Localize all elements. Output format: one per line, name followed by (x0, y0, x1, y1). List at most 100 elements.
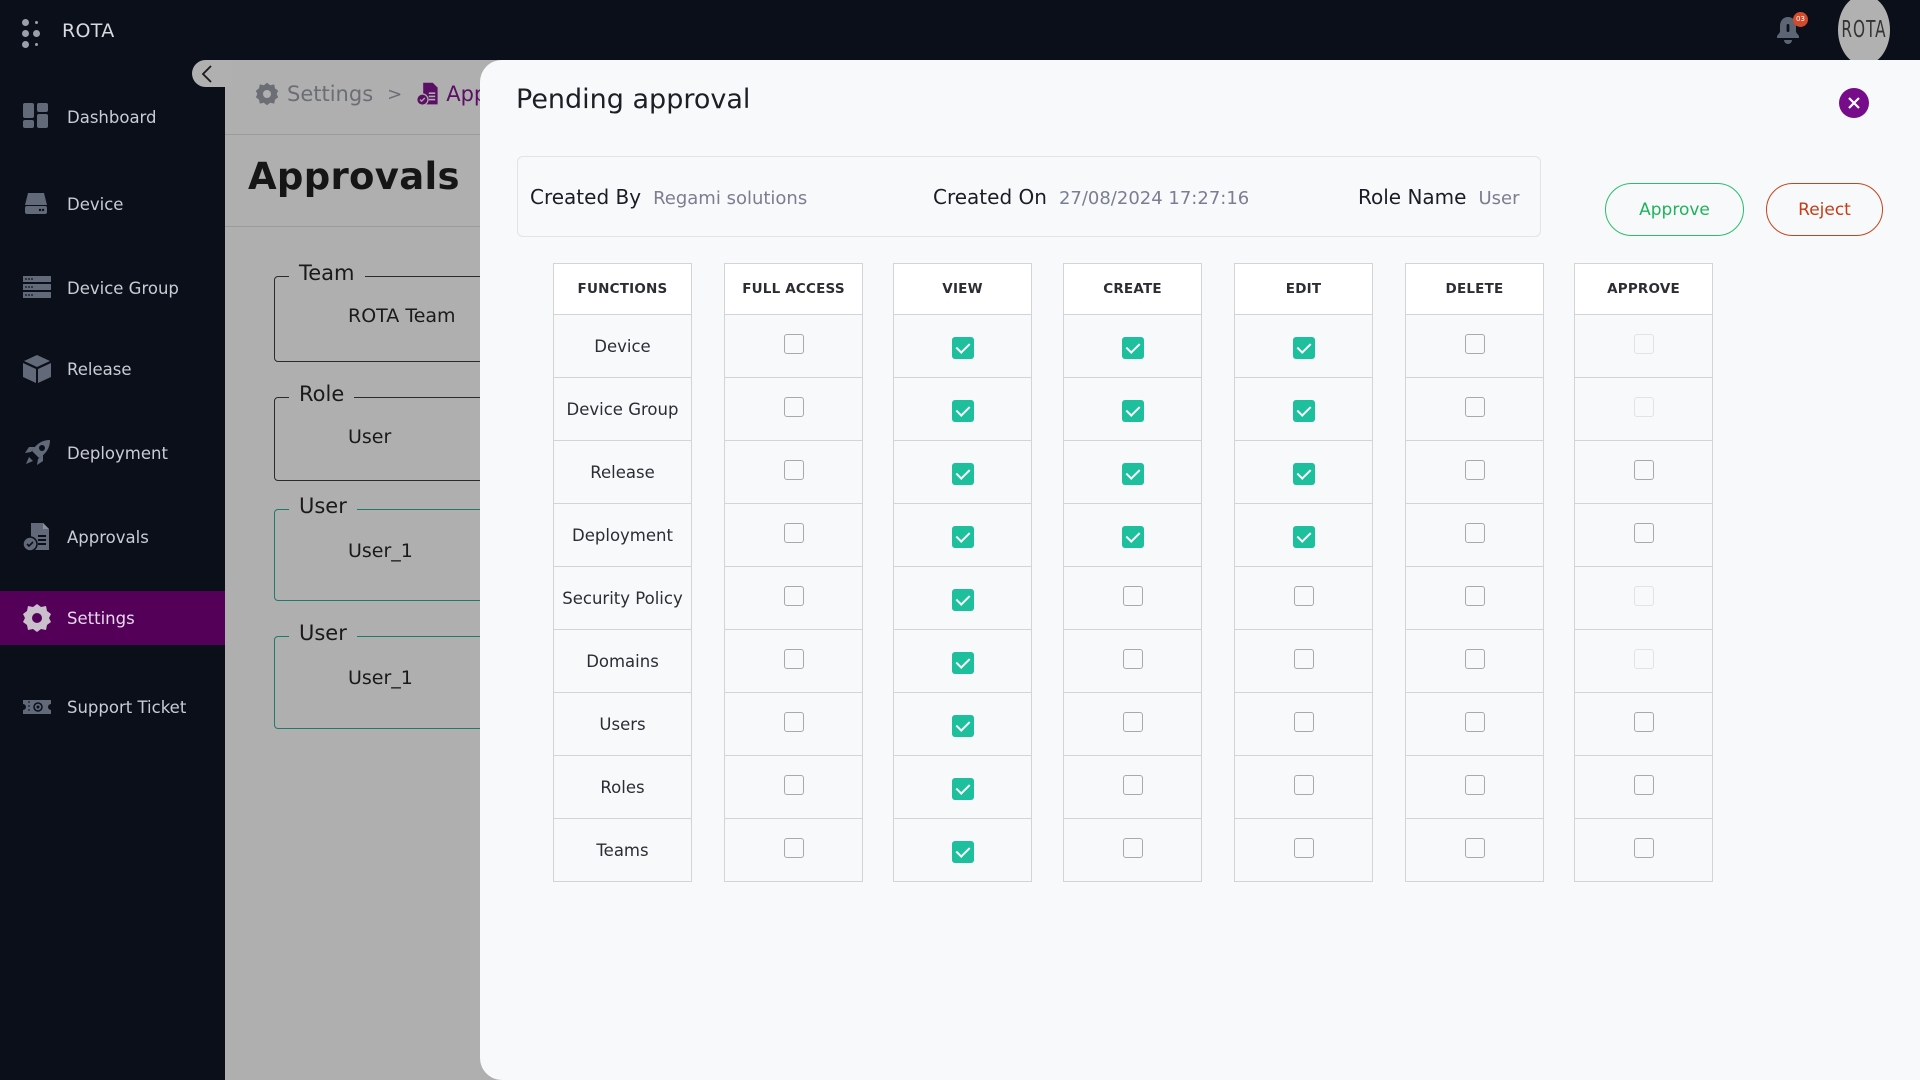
permission-cell (1234, 504, 1373, 567)
sidebar-item-release[interactable]: Release (0, 342, 225, 396)
permission-cell (893, 693, 1032, 756)
checkbox[interactable] (1122, 712, 1143, 732)
permission-cell (1063, 819, 1202, 882)
sidebar-item-support-ticket[interactable]: Support Ticket (0, 680, 225, 734)
checkbox[interactable] (783, 775, 804, 795)
checked-checkbox[interactable] (1121, 526, 1144, 548)
checkbox[interactable] (1293, 586, 1314, 606)
checkbox[interactable] (1122, 649, 1143, 669)
checkbox[interactable] (783, 838, 804, 858)
checked-checkbox[interactable] (1292, 337, 1315, 359)
created-by-value: Regami solutions (653, 188, 808, 209)
checkbox[interactable] (1464, 775, 1485, 795)
checked-checkbox[interactable] (951, 652, 974, 674)
top-bar: ROTA 03 ROTA (0, 0, 1920, 66)
checked-checkbox[interactable] (951, 778, 974, 800)
created-on-value: 27/08/2024 17:27:16 (1058, 188, 1250, 209)
checkbox[interactable] (1464, 523, 1485, 543)
permission-cell (1405, 630, 1544, 693)
checkbox[interactable] (1464, 334, 1485, 354)
checkbox[interactable] (1633, 775, 1654, 795)
checked-checkbox[interactable] (1292, 400, 1315, 422)
field-legend: User (289, 621, 357, 645)
dashboard-icon (22, 102, 52, 132)
checkbox[interactable] (1122, 838, 1143, 858)
checkbox[interactable] (783, 649, 804, 669)
reject-button[interactable]: Reject (1766, 183, 1883, 236)
checkbox[interactable] (1122, 586, 1143, 606)
permission-cell (724, 819, 863, 882)
field-value: ROTA Team (348, 305, 456, 327)
permission-cell (893, 756, 1032, 819)
checked-checkbox[interactable] (951, 463, 974, 485)
permission-cell (1574, 315, 1713, 378)
function-name: Device (553, 315, 692, 378)
column-view: VIEW (893, 263, 1032, 882)
app-title: ROTA (62, 20, 115, 42)
sidebar-item-deployment[interactable]: Deployment (0, 426, 225, 480)
checked-checkbox[interactable] (951, 589, 974, 611)
checkbox[interactable] (1293, 712, 1314, 732)
permission-cell (1234, 567, 1373, 630)
checkbox[interactable] (783, 523, 804, 543)
app-grid-icon[interactable] (22, 19, 44, 49)
permission-cell (1574, 630, 1713, 693)
device-group-icon (22, 273, 52, 303)
close-button[interactable] (1839, 88, 1869, 118)
column-edit: EDIT (1234, 263, 1373, 882)
column-header: EDIT (1234, 263, 1373, 315)
permission-cell (1234, 315, 1373, 378)
checkbox[interactable] (1293, 649, 1314, 669)
checkbox (1633, 649, 1654, 669)
checked-checkbox[interactable] (1121, 463, 1144, 485)
field-legend: Team (289, 261, 365, 285)
permission-cell (724, 504, 863, 567)
sidebar-collapse-button[interactable] (192, 60, 232, 87)
checked-checkbox[interactable] (951, 337, 974, 359)
breadcrumb-settings-link[interactable]: Settings (287, 82, 373, 106)
checked-checkbox[interactable] (951, 400, 974, 422)
checkbox[interactable] (1464, 460, 1485, 480)
column-header: FULL ACCESS (724, 263, 863, 315)
checkbox[interactable] (1464, 649, 1485, 669)
checkbox[interactable] (1464, 712, 1485, 732)
checkbox[interactable] (1122, 775, 1143, 795)
checkbox[interactable] (1633, 712, 1654, 732)
checkbox[interactable] (1633, 838, 1654, 858)
permission-cell (724, 378, 863, 441)
checked-checkbox[interactable] (1292, 463, 1315, 485)
sidebar-item-settings[interactable]: Settings (0, 591, 225, 645)
column-header: APPROVE (1574, 263, 1713, 315)
permission-cell (1234, 630, 1373, 693)
user-avatar[interactable]: ROTA (1838, 0, 1890, 66)
checked-checkbox[interactable] (951, 526, 974, 548)
checked-checkbox[interactable] (951, 841, 974, 863)
checked-checkbox[interactable] (1292, 526, 1315, 548)
checkbox[interactable] (783, 334, 804, 354)
checkbox[interactable] (1464, 397, 1485, 417)
permission-cell (1234, 693, 1373, 756)
checked-checkbox[interactable] (1121, 337, 1144, 359)
checkbox[interactable] (783, 397, 804, 417)
sidebar-item-device[interactable]: Device (0, 177, 225, 231)
checkbox[interactable] (1633, 460, 1654, 480)
checkbox[interactable] (783, 460, 804, 480)
permission-cell (1234, 756, 1373, 819)
checkbox[interactable] (1464, 586, 1485, 606)
approve-button[interactable]: Approve (1605, 183, 1744, 236)
breadcrumb-separator: > (387, 83, 403, 105)
sidebar-item-label: Deployment (67, 443, 168, 463)
permission-cell (893, 567, 1032, 630)
checkbox[interactable] (1293, 775, 1314, 795)
sidebar-item-dashboard[interactable]: Dashboard (0, 90, 225, 144)
checkbox[interactable] (1464, 838, 1485, 858)
sidebar-item-device-group[interactable]: Device Group (0, 261, 225, 315)
checked-checkbox[interactable] (951, 715, 974, 737)
sidebar-item-approvals[interactable]: Approvals (0, 510, 225, 564)
checkbox[interactable] (783, 712, 804, 732)
permission-cell (724, 315, 863, 378)
checkbox[interactable] (783, 586, 804, 606)
checkbox[interactable] (1293, 838, 1314, 858)
checked-checkbox[interactable] (1121, 400, 1144, 422)
checkbox[interactable] (1633, 523, 1654, 543)
